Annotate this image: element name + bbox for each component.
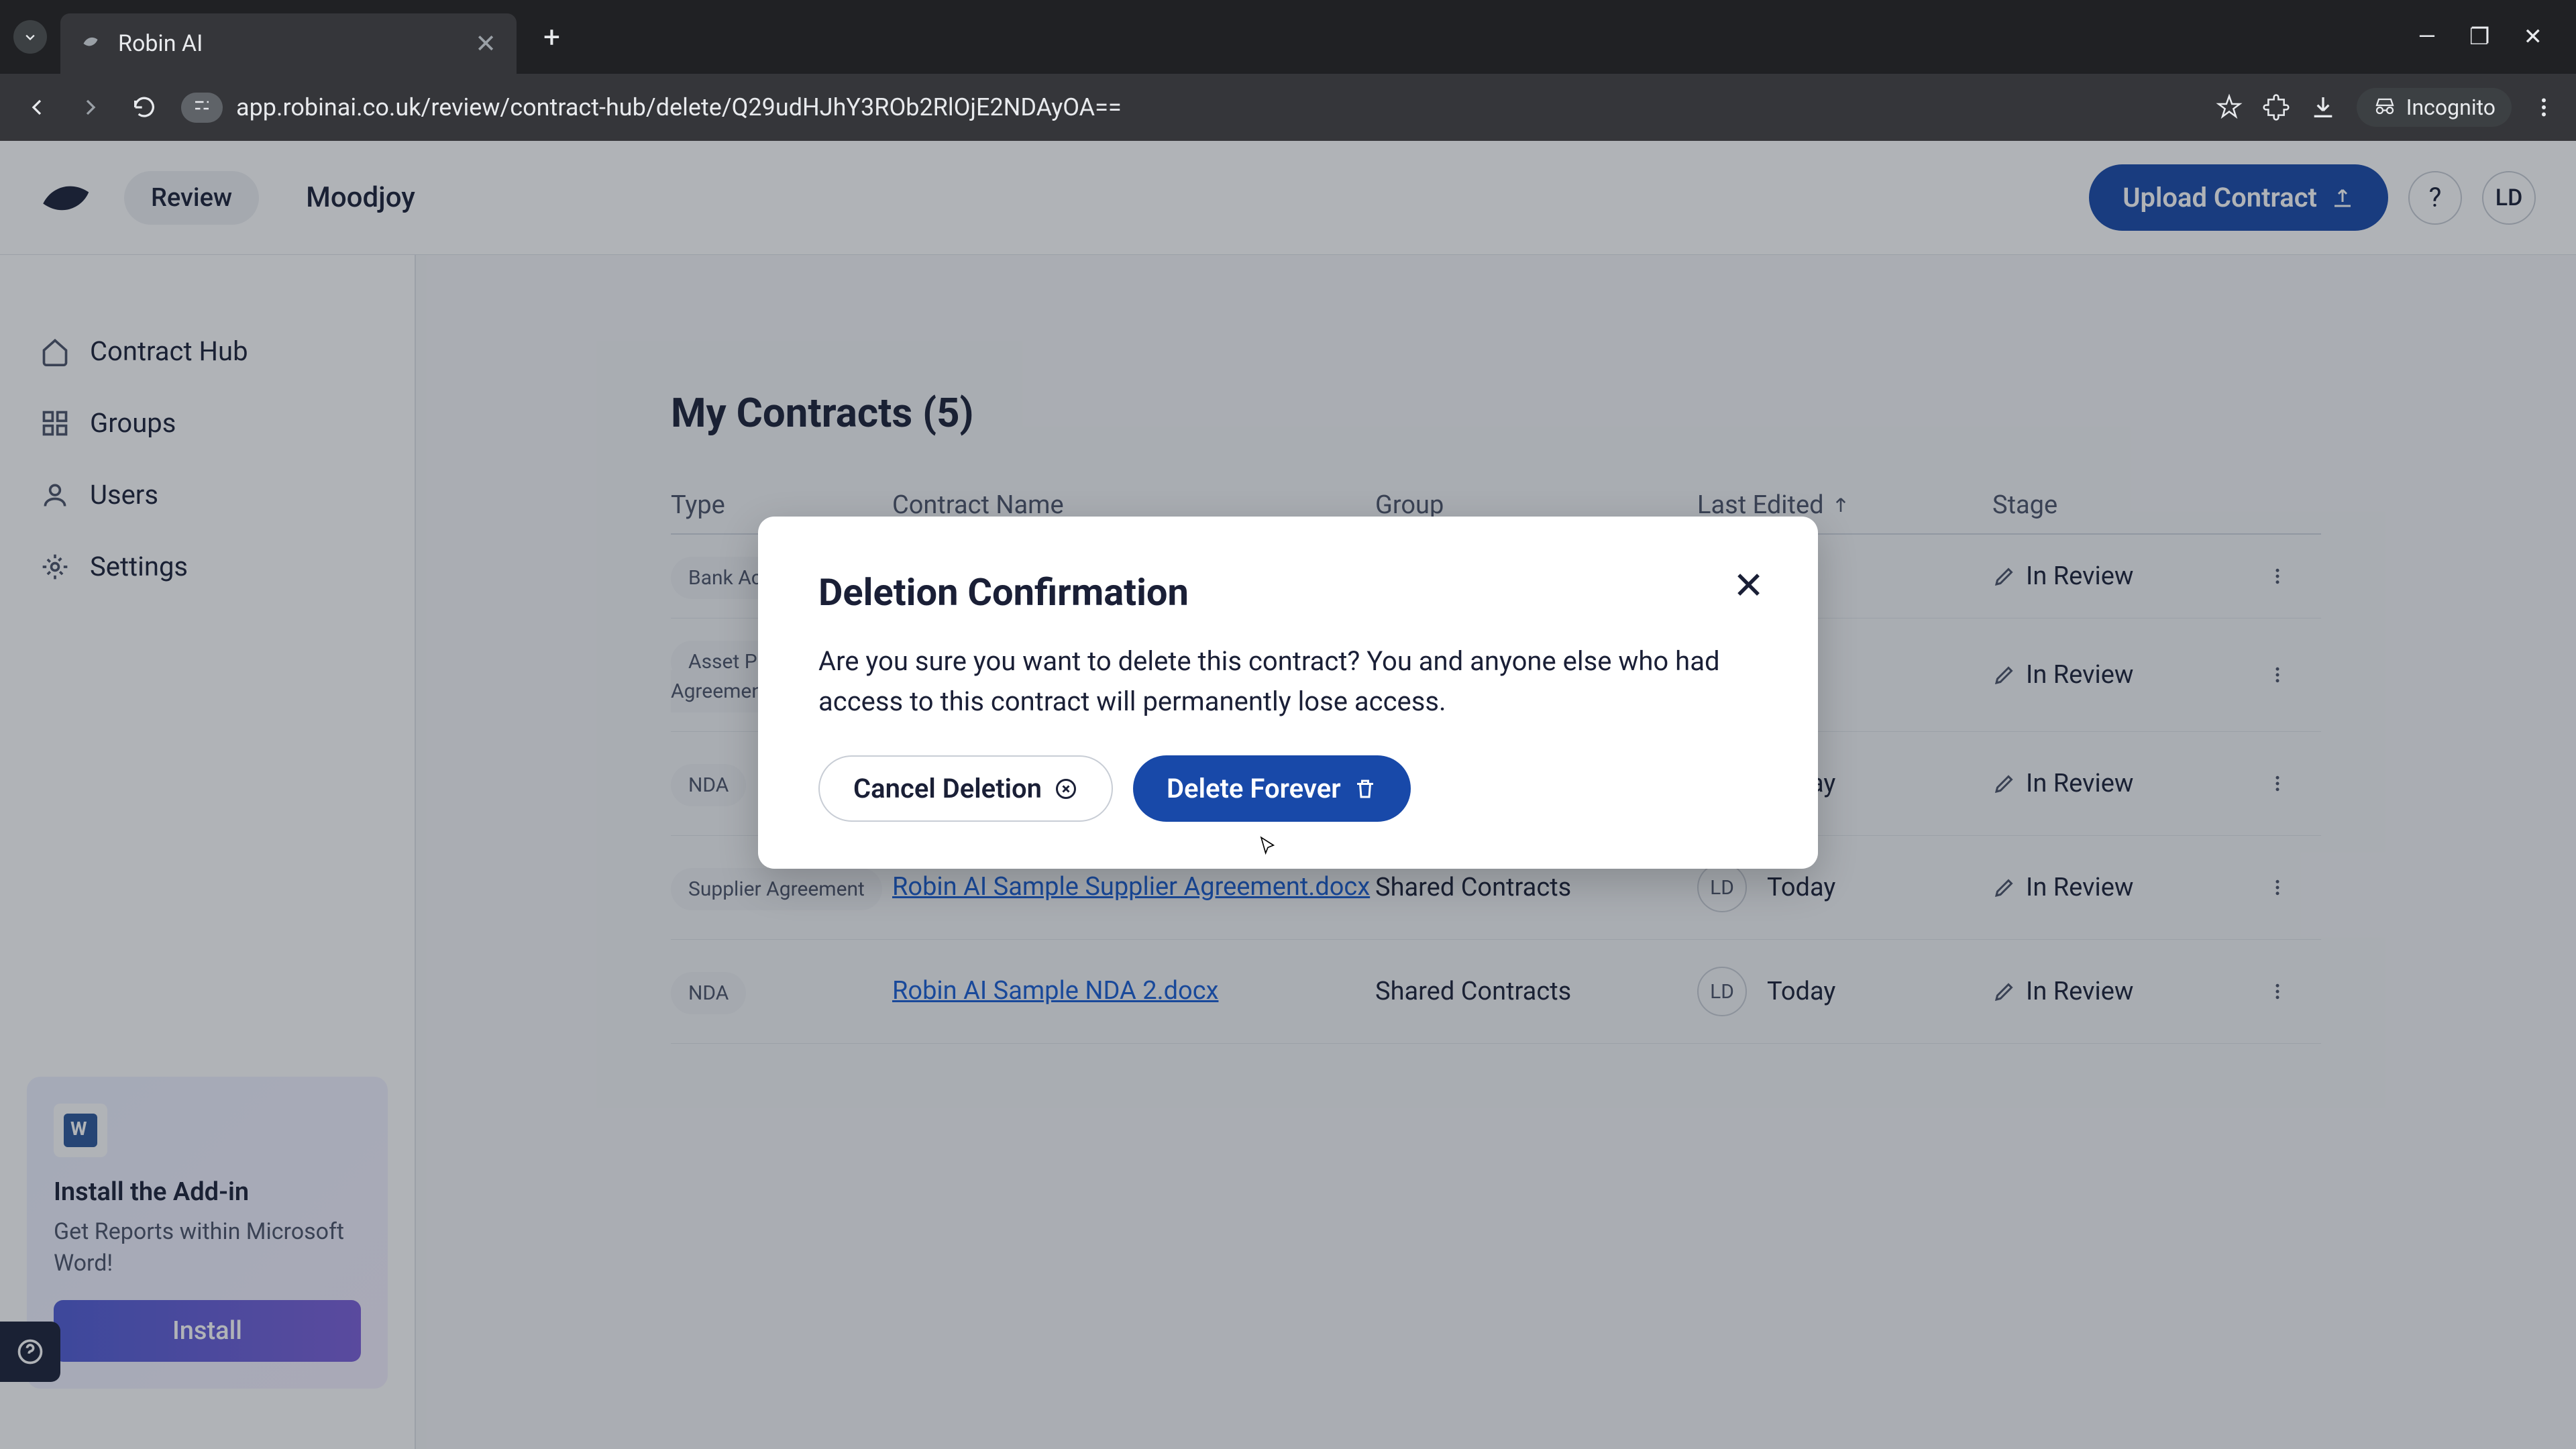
incognito-icon: [2373, 95, 2397, 119]
chevron-down-icon: [21, 28, 40, 46]
close-window-button[interactable]: ✕: [2524, 23, 2543, 50]
reload-icon: [131, 94, 158, 121]
minimize-button[interactable]: —: [2418, 23, 2436, 50]
incognito-badge[interactable]: Incognito: [2357, 88, 2512, 127]
maximize-button[interactable]: ❐: [2469, 23, 2489, 50]
delete-label: Delete Forever: [1167, 773, 1341, 804]
forward-button[interactable]: [74, 91, 107, 124]
tab-close-button[interactable]: ✕: [475, 29, 496, 59]
browser-toolbar: app.robinai.co.uk/review/contract-hub/de…: [0, 74, 2576, 141]
downloads-button[interactable]: [2310, 94, 2337, 121]
cancel-label: Cancel Deletion: [853, 773, 1042, 804]
app-root: Review Moodjoy Upload Contract ? LD Cont…: [0, 141, 2576, 1449]
robin-favicon-icon: [80, 32, 105, 56]
tab-search-button[interactable]: [13, 20, 47, 54]
url-text: app.robinai.co.uk/review/contract-hub/de…: [236, 93, 1122, 121]
dots-vertical-icon: [2532, 95, 2556, 119]
extensions-button[interactable]: [2263, 94, 2290, 121]
new-tab-button[interactable]: +: [543, 19, 560, 54]
back-button[interactable]: [20, 91, 54, 124]
cursor-icon: [1254, 835, 1281, 862]
star-icon: [2216, 94, 2243, 121]
browser-chrome: Robin AI ✕ + — ❐ ✕ app.robinai.co.uk/rev…: [0, 0, 2576, 141]
modal-overlay[interactable]: ✕ Deletion Confirmation Are you sure you…: [0, 141, 2576, 1449]
bookmark-button[interactable]: [2216, 94, 2243, 121]
browser-tab[interactable]: Robin AI ✕: [60, 13, 517, 74]
window-controls: — ❐ ✕: [2418, 23, 2563, 50]
cancel-deletion-button[interactable]: Cancel Deletion: [818, 755, 1113, 822]
puzzle-icon: [2263, 94, 2290, 121]
trash-icon: [1353, 777, 1377, 801]
site-info-button[interactable]: [181, 93, 223, 123]
modal-body-text: Are you sure you want to delete this con…: [818, 641, 1758, 722]
delete-confirmation-modal: ✕ Deletion Confirmation Are you sure you…: [758, 517, 1818, 869]
arrow-right-icon: [77, 94, 104, 121]
delete-forever-button[interactable]: Delete Forever: [1133, 755, 1411, 822]
address-bar[interactable]: app.robinai.co.uk/review/contract-hub/de…: [181, 93, 2196, 123]
tab-strip: Robin AI ✕ + — ❐ ✕: [0, 0, 2576, 74]
circle-x-icon: [1054, 777, 1078, 801]
incognito-label: Incognito: [2406, 95, 2496, 120]
browser-menu-button[interactable]: [2532, 95, 2556, 119]
download-icon: [2310, 94, 2337, 121]
modal-title: Deletion Confirmation: [818, 570, 1758, 614]
tune-icon: [192, 95, 212, 115]
modal-actions: Cancel Deletion Delete Forever: [818, 755, 1758, 822]
tab-title: Robin AI: [118, 30, 462, 57]
modal-close-button[interactable]: ✕: [1733, 564, 1764, 608]
arrow-left-icon: [23, 94, 50, 121]
reload-button[interactable]: [127, 91, 161, 124]
